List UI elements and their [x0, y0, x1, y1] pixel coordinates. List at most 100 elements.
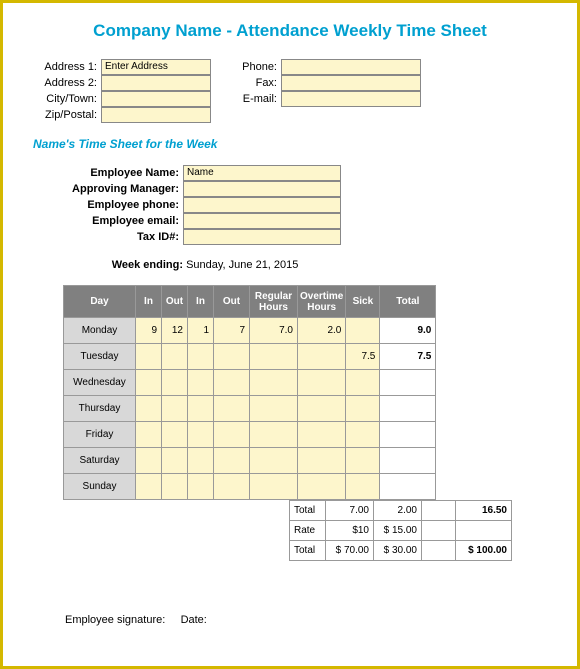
address2-label: Address 2:	[33, 75, 101, 91]
overtime-cell[interactable]	[298, 396, 346, 422]
regular-cell[interactable]	[250, 396, 298, 422]
regular-cell[interactable]	[250, 474, 298, 500]
table-row: Thursday	[64, 396, 436, 422]
employee-name-input[interactable]: Name	[183, 165, 341, 181]
in1-cell[interactable]	[136, 422, 162, 448]
in1-cell[interactable]	[136, 448, 162, 474]
address2-input[interactable]	[101, 75, 211, 91]
in1-cell[interactable]	[136, 474, 162, 500]
day-cell: Monday	[64, 318, 136, 344]
day-cell: Sunday	[64, 474, 136, 500]
in2-cell[interactable]	[188, 474, 214, 500]
company-info-block: Address 1: Address 2: City/Town: Zip/Pos…	[33, 59, 547, 123]
out1-cell[interactable]: 12	[162, 318, 188, 344]
overtime-cell[interactable]	[298, 448, 346, 474]
regular-cell[interactable]	[250, 370, 298, 396]
table-row: Monday912177.02.0 9.0	[64, 318, 436, 344]
address1-input[interactable]: Enter Address	[101, 59, 211, 75]
city-input[interactable]	[101, 91, 211, 107]
out1-cell[interactable]	[162, 344, 188, 370]
signature-row: Employee signature: Date:	[65, 614, 207, 626]
out1-cell[interactable]	[162, 370, 188, 396]
col-regular: Regular Hours	[250, 286, 298, 318]
phone-input[interactable]	[281, 59, 421, 75]
sick-cell[interactable]	[346, 318, 380, 344]
col-total: Total	[380, 286, 436, 318]
overtime-cell[interactable]	[298, 344, 346, 370]
employee-info-block: Employee Name:Name Approving Manager: Em…	[33, 165, 547, 245]
summary-total-grand: 16.50	[456, 501, 512, 521]
day-cell: Wednesday	[64, 370, 136, 396]
in2-cell[interactable]	[188, 396, 214, 422]
sick-cell[interactable]: 7.5	[346, 344, 380, 370]
zip-input[interactable]	[101, 107, 211, 123]
table-row: Sunday	[64, 474, 436, 500]
fax-input[interactable]	[281, 75, 421, 91]
row-total-cell	[380, 474, 436, 500]
summary-pay-total: $ 100.00	[456, 541, 512, 561]
sick-cell[interactable]	[346, 474, 380, 500]
out2-cell[interactable]	[214, 344, 250, 370]
timesheet-document: Company Name - Attendance Weekly Time Sh…	[0, 0, 580, 669]
row-total-cell	[380, 396, 436, 422]
regular-cell[interactable]	[250, 422, 298, 448]
overtime-cell[interactable]: 2.0	[298, 318, 346, 344]
out2-cell[interactable]	[214, 422, 250, 448]
sick-cell[interactable]	[346, 396, 380, 422]
regular-cell[interactable]	[250, 448, 298, 474]
summary-table: Total 7.00 2.00 16.50 Rate $10 $ 15.00 T…	[289, 500, 512, 561]
col-out1: Out	[162, 286, 188, 318]
row-total-cell	[380, 422, 436, 448]
in1-cell[interactable]: 9	[136, 318, 162, 344]
in1-cell[interactable]	[136, 344, 162, 370]
row-total-cell: 7.5	[380, 344, 436, 370]
employee-email-input[interactable]	[183, 213, 341, 229]
summary-pay-label: Total	[290, 541, 326, 561]
out2-cell[interactable]	[214, 474, 250, 500]
out1-cell[interactable]	[162, 422, 188, 448]
summary-rate-regular: $10	[326, 521, 374, 541]
row-total-cell: 9.0	[380, 318, 436, 344]
summary-total-overtime: 2.00	[374, 501, 422, 521]
tax-id-input[interactable]	[183, 229, 341, 245]
sick-cell[interactable]	[346, 370, 380, 396]
out1-cell[interactable]	[162, 396, 188, 422]
overtime-cell[interactable]	[298, 370, 346, 396]
summary-total-regular: 7.00	[326, 501, 374, 521]
approving-manager-input[interactable]	[183, 181, 341, 197]
in2-cell[interactable]	[188, 448, 214, 474]
overtime-cell[interactable]	[298, 422, 346, 448]
approving-manager-label: Approving Manager:	[33, 181, 183, 197]
out2-cell[interactable]: 7	[214, 318, 250, 344]
regular-cell[interactable]: 7.0	[250, 318, 298, 344]
timesheet-table: Day In Out In Out Regular Hours Overtime…	[63, 285, 436, 500]
out2-cell[interactable]	[214, 370, 250, 396]
sick-cell[interactable]	[346, 422, 380, 448]
in2-cell[interactable]	[188, 422, 214, 448]
summary-total-label: Total	[290, 501, 326, 521]
employee-phone-input[interactable]	[183, 197, 341, 213]
sick-cell[interactable]	[346, 448, 380, 474]
in1-cell[interactable]	[136, 396, 162, 422]
city-label: City/Town:	[33, 91, 101, 107]
out1-cell[interactable]	[162, 448, 188, 474]
in1-cell[interactable]	[136, 370, 162, 396]
day-cell: Friday	[64, 422, 136, 448]
regular-cell[interactable]	[250, 344, 298, 370]
phone-label: Phone:	[231, 59, 281, 75]
day-cell: Thursday	[64, 396, 136, 422]
overtime-cell[interactable]	[298, 474, 346, 500]
in2-cell[interactable]	[188, 370, 214, 396]
in2-cell[interactable]	[188, 344, 214, 370]
zip-label: Zip/Postal:	[33, 107, 101, 123]
in2-cell[interactable]: 1	[188, 318, 214, 344]
week-ending-row: Week ending: Sunday, June 21, 2015	[33, 259, 547, 271]
email-input[interactable]	[281, 91, 421, 107]
out2-cell[interactable]	[214, 448, 250, 474]
col-in2: In	[188, 286, 214, 318]
summary-pay-regular: $ 70.00	[326, 541, 374, 561]
out2-cell[interactable]	[214, 396, 250, 422]
week-ending-value: Sunday, June 21, 2015	[186, 259, 298, 271]
col-day: Day	[64, 286, 136, 318]
out1-cell[interactable]	[162, 474, 188, 500]
